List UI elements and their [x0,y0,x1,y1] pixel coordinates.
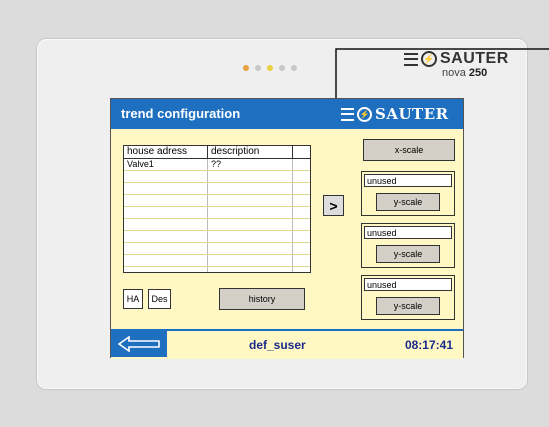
y-scale-group-1: unused y-scale [361,171,455,216]
table-cell: ?? [208,159,293,170]
table-cell [293,195,308,206]
table-cell [208,267,293,272]
status-led-2 [255,65,261,71]
column-header-description[interactable]: description [208,146,293,158]
current-user: def_suser [249,338,306,352]
table-row[interactable] [124,219,310,231]
header-logo: ⚡ SAUTER [341,105,449,123]
status-led-1 [243,65,249,71]
table-header: house adress description [124,146,310,159]
y-scale-2-value[interactable]: unused [364,226,452,239]
table-cell [293,243,308,254]
header-lightning-icon: ⚡ [357,106,372,122]
table-cell [208,219,293,230]
table-cell [208,231,293,242]
back-arrow-icon [118,336,160,352]
table-row[interactable] [124,171,310,183]
table-row[interactable]: Valve1?? [124,159,310,171]
table-row[interactable] [124,255,310,267]
table-cell [293,183,308,194]
table-row[interactable] [124,195,310,207]
table-cell [124,231,208,242]
table-cell [293,159,308,170]
table-cell [208,255,293,266]
status-led-5 [291,65,297,71]
table-row[interactable] [124,267,310,272]
lightning-logo-icon: ⚡ [421,51,437,67]
table-cell [293,171,308,182]
ha-button[interactable]: HA [123,289,143,309]
table-cell [208,207,293,218]
table-cell [124,183,208,194]
table-cell [293,231,308,242]
header-lines-icon [341,107,354,121]
device-brand: ⚡ SAUTER nova 250 [404,50,524,82]
table-cell [293,207,308,218]
back-button[interactable] [111,331,167,357]
y-scale-3-button[interactable]: y-scale [376,297,440,315]
column-header-house-adress[interactable]: house adress [124,146,208,158]
history-button[interactable]: history [219,288,305,310]
clock-time: 08:17:41 [404,338,453,352]
table-cell [208,183,293,194]
y-scale-2-button[interactable]: y-scale [376,245,440,263]
trend-table[interactable]: house adress description Valve1?? [123,145,311,273]
y-scale-group-2: unused y-scale [361,223,455,268]
table-row[interactable] [124,231,310,243]
table-cell [208,195,293,206]
status-led-4 [279,65,285,71]
y-scale-3-value[interactable]: unused [364,278,452,291]
table-cell [124,195,208,206]
table-cell [124,219,208,230]
table-cell [293,219,308,230]
table-cell [208,243,293,254]
table-cell [124,243,208,254]
brand-lines-icon [404,52,418,66]
model-name: nova 250 [442,67,487,79]
x-scale-button[interactable]: x-scale [363,139,455,161]
y-scale-group-3: unused y-scale [361,275,455,320]
transfer-arrow-button[interactable]: > [323,195,344,216]
touch-screen: trend configuration ⚡ SAUTER house adres… [110,98,464,359]
table-cell [124,255,208,266]
des-button[interactable]: Des [148,289,171,309]
table-cell: Valve1 [124,159,208,170]
column-header-extra [293,146,308,158]
model-prefix: nova [442,67,466,79]
table-cell [124,267,208,272]
table-cell [124,171,208,182]
table-body: Valve1?? [124,159,310,272]
status-led-3 [267,65,273,71]
screen-header: trend configuration ⚡ SAUTER [111,99,463,129]
brand-name: SAUTER [440,50,509,67]
table-row[interactable] [124,243,310,255]
page-title: trend configuration [121,106,241,121]
status-footer: def_suser 08:17:41 [111,329,463,359]
table-cell [208,171,293,182]
table-cell [124,207,208,218]
table-cell [293,255,308,266]
y-scale-1-value[interactable]: unused [364,174,452,187]
header-brand-name: SAUTER [375,105,449,123]
model-number: 250 [468,67,488,79]
table-cell [293,267,308,272]
status-leds [243,65,297,71]
y-scale-1-button[interactable]: y-scale [376,193,440,211]
table-row[interactable] [124,183,310,195]
table-row[interactable] [124,207,310,219]
